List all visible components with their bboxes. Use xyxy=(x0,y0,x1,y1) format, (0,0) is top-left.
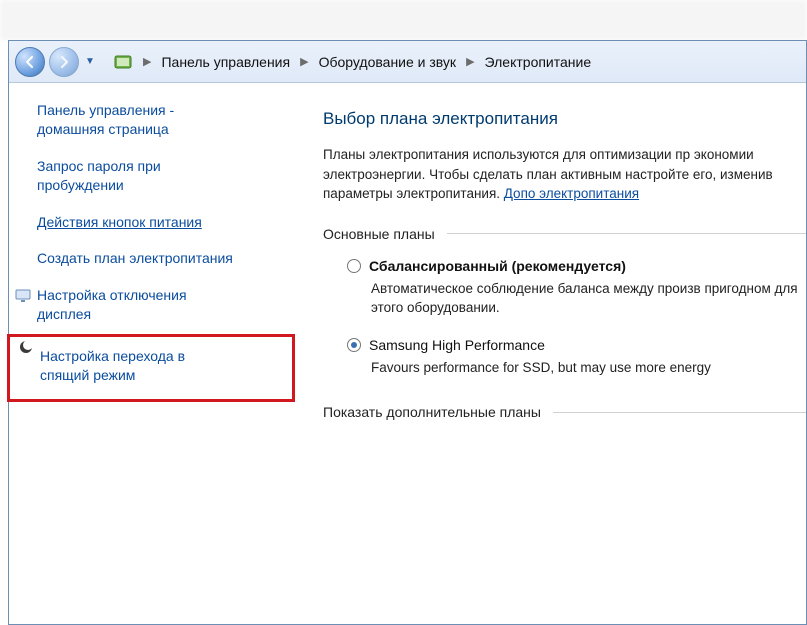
page-title: Выбор плана электропитания xyxy=(323,109,806,129)
sidebar-label: пробуждении xyxy=(37,177,124,193)
address-bar[interactable]: ▶ Панель управления ▶ Оборудование и зву… xyxy=(107,48,800,76)
plan-radio-row[interactable]: Сбалансированный (рекомендуется) xyxy=(347,258,806,274)
sidebar-label: Запрос пароля при xyxy=(37,158,161,174)
plan-name: Samsung High Performance xyxy=(369,337,545,353)
moon-icon xyxy=(18,339,34,355)
plan-samsung-high-performance: Samsung High Performance Favours perform… xyxy=(347,337,806,378)
radio-unselected-icon[interactable] xyxy=(347,259,361,273)
sidebar-label: Действия кнопок питания xyxy=(37,214,202,230)
sidebar: Панель управления - домашняя страница За… xyxy=(9,83,305,624)
divider xyxy=(447,233,806,234)
back-button[interactable] xyxy=(15,47,45,77)
sidebar-display-off[interactable]: Настройка отключения дисплея xyxy=(37,286,289,324)
showmore-label: Показать дополнительные планы xyxy=(323,404,541,420)
sidebar-label: домашняя страница xyxy=(37,121,169,137)
intro-link[interactable]: Допо электропитания xyxy=(504,186,639,201)
breadcrumb-item[interactable]: Электропитание xyxy=(485,54,592,70)
sidebar-label: Настройка отключения xyxy=(37,287,187,303)
control-panel-window: ▼ ▶ Панель управления ▶ Оборудование и з… xyxy=(8,40,807,625)
sidebar-sleep-settings[interactable]: Настройка перехода в спящий режим xyxy=(7,334,295,402)
show-additional-plans[interactable]: Показать дополнительные планы xyxy=(323,404,806,420)
group-label-text: Основные планы xyxy=(323,226,435,242)
breadcrumb-separator: ▶ xyxy=(143,55,151,68)
radio-selected-icon[interactable] xyxy=(347,338,361,352)
breadcrumb-separator: ▶ xyxy=(300,55,308,68)
sidebar-label: Создать план электропитания xyxy=(37,250,233,266)
plan-description: Favours performance for SSD, but may use… xyxy=(371,359,806,378)
plan-balanced: Сбалансированный (рекомендуется) Автомат… xyxy=(347,258,806,318)
breadcrumb-item[interactable]: Панель управления xyxy=(161,54,290,70)
monitor-icon xyxy=(15,288,31,304)
plans-group-label: Основные планы xyxy=(323,226,806,242)
sidebar-label: спящий режим xyxy=(40,367,135,383)
plan-name: Сбалансированный (рекомендуется) xyxy=(369,258,626,274)
sidebar-home-link[interactable]: Панель управления - домашняя страница xyxy=(37,101,289,139)
sidebar-label: дисплея xyxy=(37,306,91,322)
sidebar-label: Панель управления - xyxy=(37,102,174,118)
titlebar: ▼ ▶ Панель управления ▶ Оборудование и з… xyxy=(9,41,806,83)
history-dropdown[interactable]: ▼ xyxy=(83,47,97,77)
breadcrumb-separator: ▶ xyxy=(466,55,474,68)
main-content: Выбор плана электропитания Планы электро… xyxy=(305,83,806,624)
plan-radio-row[interactable]: Samsung High Performance xyxy=(347,337,806,353)
sidebar-label: Настройка перехода в xyxy=(40,348,185,364)
forward-button[interactable] xyxy=(49,47,79,77)
breadcrumb-item[interactable]: Оборудование и звук xyxy=(319,54,457,70)
sidebar-power-button-actions[interactable]: Действия кнопок питания xyxy=(37,213,289,232)
control-panel-icon xyxy=(113,52,133,72)
sidebar-create-plan[interactable]: Создать план электропитания xyxy=(37,249,289,268)
divider xyxy=(553,412,806,413)
plan-description: Автоматическое соблюдение баланса между … xyxy=(371,280,806,318)
intro-text: Планы электропитания используются для оп… xyxy=(323,145,806,204)
sidebar-require-password[interactable]: Запрос пароля при пробуждении xyxy=(37,157,289,195)
